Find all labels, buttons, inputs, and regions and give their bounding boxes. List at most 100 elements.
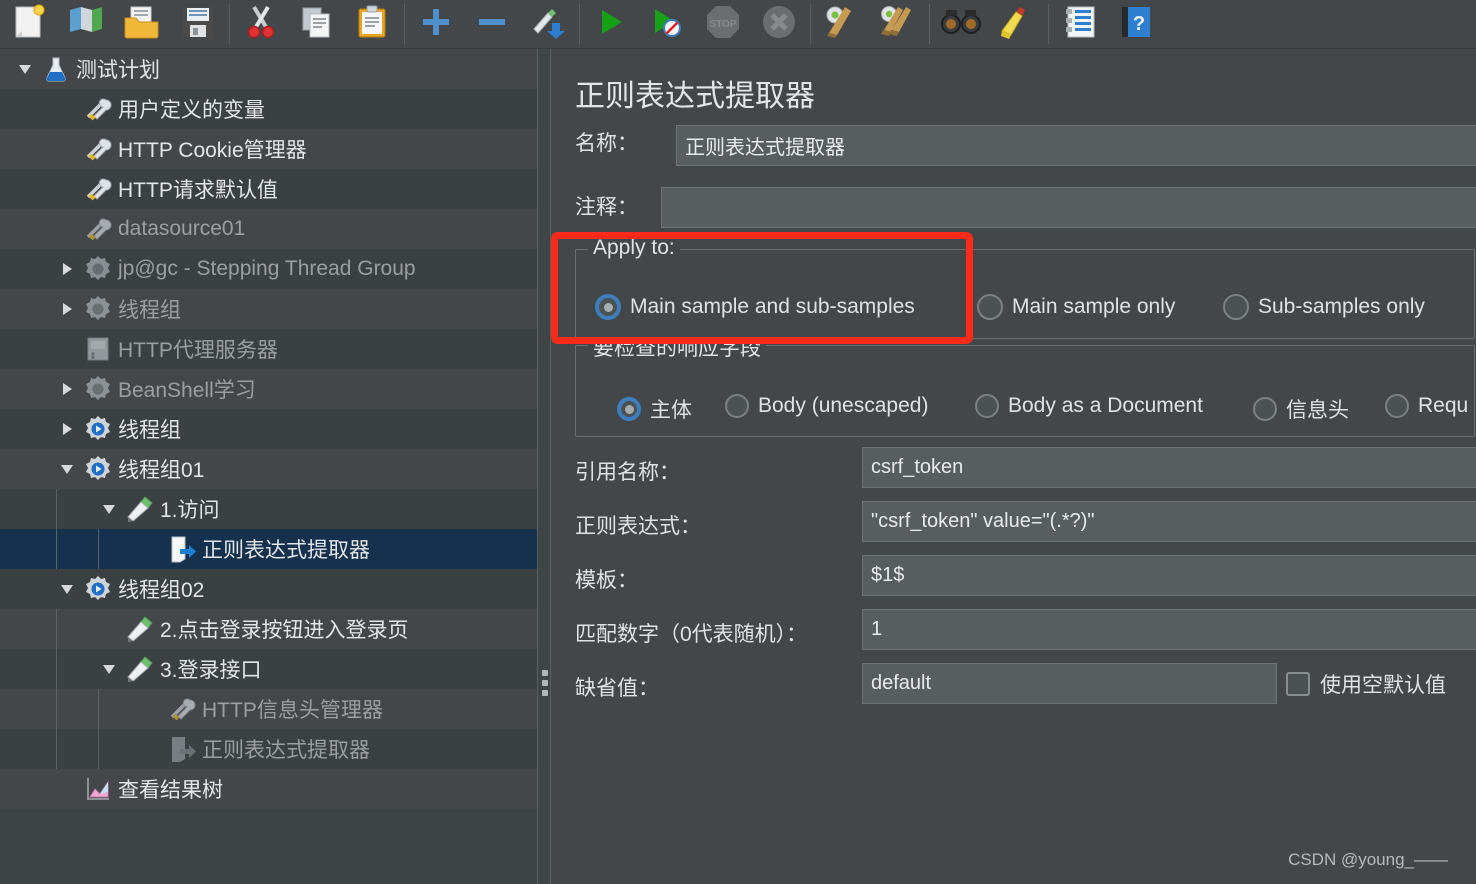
toggle-icon: [530, 5, 566, 44]
radio-button-icon[interactable]: [1385, 394, 1409, 418]
new-test-plan-icon[interactable]: [2, 1, 58, 47]
tree-node-label: HTTP代理服务器: [118, 339, 278, 362]
clear-icon[interactable]: [814, 1, 870, 47]
reference-name-input[interactable]: [862, 447, 1476, 488]
radio-option[interactable]: Main sample and sub-samples: [595, 294, 915, 320]
toolbar-separator: [929, 4, 930, 44]
copy-icon[interactable]: [289, 1, 345, 47]
tree-node[interactable]: 3.登录接口: [0, 649, 537, 689]
config-element-icon: [84, 215, 112, 243]
regular-expression-input[interactable]: [862, 501, 1476, 542]
search-icon[interactable]: [933, 1, 989, 47]
toggle-icon[interactable]: [520, 1, 576, 47]
use-empty-default-checkbox[interactable]: 使用空默认值: [1286, 669, 1446, 699]
chevron-down-icon[interactable]: [56, 458, 78, 480]
tree-node[interactable]: HTTP信息头管理器: [0, 689, 537, 729]
tree-node[interactable]: 1.访问: [0, 489, 537, 529]
help-icon[interactable]: ?: [1108, 1, 1164, 47]
cut-icon[interactable]: [233, 1, 289, 47]
radio-button-icon[interactable]: [725, 394, 749, 418]
clear-all-icon: [878, 5, 918, 44]
paste-icon[interactable]: [345, 1, 401, 47]
tree-node-label: 1.访问: [160, 499, 220, 522]
radio-button-icon[interactable]: [975, 394, 999, 418]
radio-option-label: Body (unescaped): [758, 394, 929, 417]
chevron-right-icon[interactable]: [56, 258, 78, 280]
copy-icon: [300, 5, 334, 44]
tree-node[interactable]: 正则表达式提取器: [0, 729, 537, 769]
tree-node-label: 3.登录接口: [160, 659, 262, 682]
reset-search-icon[interactable]: [989, 1, 1045, 47]
toolbar-separator: [810, 4, 811, 44]
template-input[interactable]: [862, 555, 1476, 596]
toolbar-separator: [229, 4, 230, 44]
match-number-input[interactable]: [862, 609, 1476, 650]
radio-option[interactable]: Body (unescaped): [725, 394, 928, 418]
tree-node[interactable]: BeanShell学习: [0, 369, 537, 409]
templates-icon: [67, 4, 105, 45]
tree-node-label: 测试计划: [76, 59, 160, 82]
templates-icon[interactable]: [58, 1, 114, 47]
chevron-right-icon[interactable]: [56, 378, 78, 400]
start-no-timers-icon: [650, 6, 684, 43]
tree-node[interactable]: HTTP Cookie管理器: [0, 129, 537, 169]
shutdown-icon: [761, 4, 797, 45]
radio-option[interactable]: 信息头: [1253, 394, 1349, 424]
save-icon: [181, 5, 215, 44]
chevron-down-icon[interactable]: [98, 658, 120, 680]
default-value-input[interactable]: [862, 663, 1277, 704]
function-helper-icon[interactable]: [1052, 1, 1108, 47]
regular-expression-label: 正则表达式：: [575, 515, 701, 538]
radio-option[interactable]: 主体: [617, 394, 692, 424]
tree-node[interactable]: datasource01: [0, 209, 537, 249]
tree-node[interactable]: HTTP请求默认值: [0, 169, 537, 209]
tree-node[interactable]: jp@gc - Stepping Thread Group: [0, 249, 537, 289]
tree-node-label: 用户定义的变量: [118, 99, 265, 122]
tree-node[interactable]: 线程组: [0, 409, 537, 449]
open-icon[interactable]: [114, 1, 170, 47]
tree-node[interactable]: 线程组01: [0, 449, 537, 489]
save-icon[interactable]: [170, 1, 226, 47]
expand-all-icon[interactable]: [408, 1, 464, 47]
tree-node[interactable]: HTTP代理服务器: [0, 329, 537, 369]
clear-all-icon[interactable]: [870, 1, 926, 47]
toolbar-separator: [579, 4, 580, 44]
tree-node[interactable]: 2.点击登录按钮进入登录页: [0, 609, 537, 649]
checkbox-box-icon[interactable]: [1286, 672, 1310, 696]
config-element-icon: [84, 175, 112, 203]
pane-splitter[interactable]: [537, 49, 551, 884]
test-plan-icon: [42, 55, 70, 83]
radio-option[interactable]: Main sample only: [977, 294, 1175, 320]
radio-button-icon[interactable]: [617, 397, 641, 421]
tree-node[interactable]: 测试计划: [0, 49, 537, 89]
start-no-timers-icon[interactable]: [639, 1, 695, 47]
splitter-grip-icon[interactable]: [542, 670, 548, 696]
radio-option[interactable]: Sub-samples only: [1223, 294, 1425, 320]
chevron-down-icon[interactable]: [98, 498, 120, 520]
chevron-down-icon[interactable]: [14, 58, 36, 80]
chevron-right-icon[interactable]: [56, 418, 78, 440]
tree-node[interactable]: 线程组: [0, 289, 537, 329]
radio-button-icon[interactable]: [595, 294, 621, 320]
tree-node[interactable]: 正则表达式提取器: [0, 529, 537, 569]
tree-node-label: BeanShell学习: [118, 379, 256, 402]
name-input[interactable]: [676, 125, 1476, 166]
radio-option-label: Main sample only: [1012, 295, 1176, 318]
tree-node[interactable]: 查看结果树: [0, 769, 537, 809]
tree-node[interactable]: 用户定义的变量: [0, 89, 537, 129]
radio-option[interactable]: Body as a Document: [975, 394, 1203, 418]
chevron-right-icon[interactable]: [56, 298, 78, 320]
radio-button-icon[interactable]: [1223, 294, 1249, 320]
radio-button-icon[interactable]: [977, 294, 1003, 320]
main-toolbar: STOP?: [0, 0, 1476, 49]
collapse-all-icon[interactable]: [464, 1, 520, 47]
start-icon[interactable]: [583, 1, 639, 47]
tree-indent-guide: [98, 529, 99, 569]
comment-input[interactable]: [661, 187, 1476, 228]
test-plan-tree[interactable]: 测试计划用户定义的变量 HTTP Cookie管理器 HTTP请求默认值 dataso…: [0, 49, 537, 884]
tree-node-label: HTTP信息头管理器: [202, 699, 383, 722]
radio-option[interactable]: Requ: [1385, 394, 1468, 418]
radio-button-icon[interactable]: [1253, 397, 1277, 421]
chevron-down-icon[interactable]: [56, 578, 78, 600]
tree-node[interactable]: 线程组02: [0, 569, 537, 609]
